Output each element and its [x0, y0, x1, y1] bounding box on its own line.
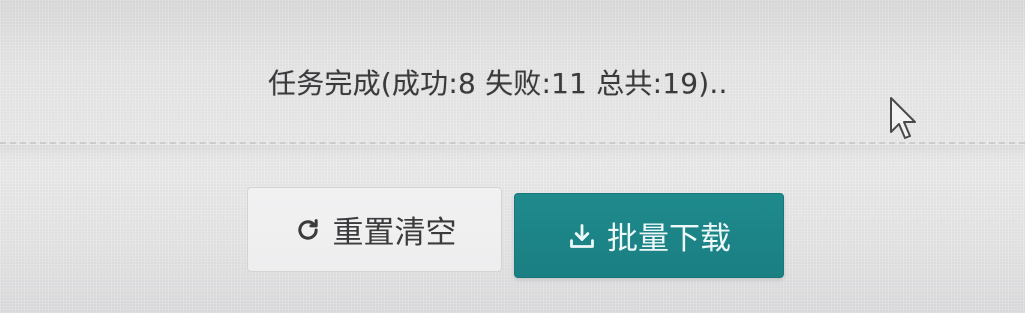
refresh-icon: [293, 215, 323, 245]
divider-shadow: [0, 145, 1025, 161]
task-status-text: 任务完成(成功:8 失败:11 总共:19)..: [268, 67, 728, 100]
reset-clear-button[interactable]: 重置清空: [247, 187, 502, 272]
download-icon: [567, 221, 597, 251]
batch-download-button[interactable]: 批量下载: [514, 193, 784, 278]
mouse-pointer-icon: [888, 96, 922, 144]
reset-clear-label: 重置清空: [332, 215, 457, 251]
section-divider: [0, 142, 1025, 144]
batch-download-label: 批量下载: [607, 221, 731, 257]
